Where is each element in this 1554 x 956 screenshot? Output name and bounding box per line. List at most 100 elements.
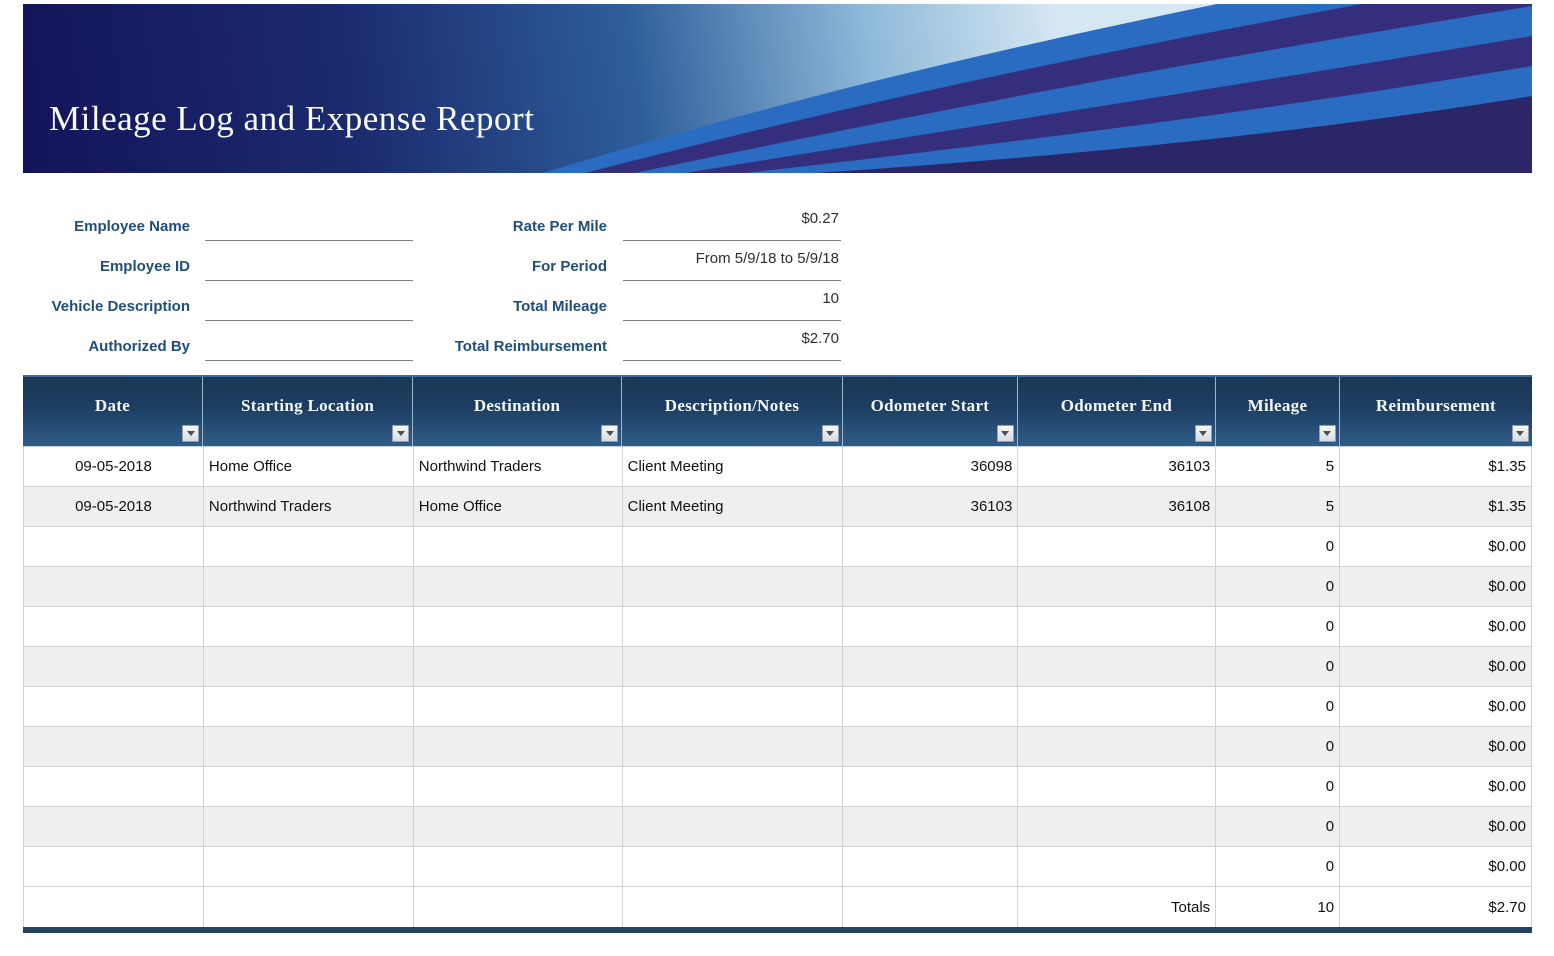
table-cell[interactable] [1018,647,1216,686]
column-header-destination[interactable]: Destination [413,377,622,446]
table-cell[interactable] [843,767,1018,806]
table-cell[interactable] [623,767,844,806]
table-cell[interactable]: 10 [1216,887,1340,927]
table-cell[interactable] [623,567,844,606]
table-cell[interactable] [623,647,844,686]
table-cell[interactable]: $0.00 [1340,607,1532,646]
filter-button-odometer-start[interactable] [997,425,1014,442]
table-cell[interactable] [204,847,414,886]
table-cell[interactable]: 36108 [1018,487,1216,526]
table-cell[interactable]: 0 [1216,527,1340,566]
table-cell[interactable] [24,807,204,846]
table-cell[interactable]: $2.70 [1340,887,1532,927]
table-cell[interactable]: $0.00 [1340,567,1532,606]
table-cell[interactable] [843,727,1018,766]
table-cell[interactable] [623,807,844,846]
vehicle-description-field[interactable] [205,281,413,321]
employee-id-field[interactable] [205,241,413,281]
table-cell[interactable] [414,687,623,726]
table-cell[interactable]: 0 [1216,567,1340,606]
table-cell[interactable] [1018,527,1216,566]
table-cell[interactable] [204,727,414,766]
table-cell[interactable] [24,567,204,606]
table-cell[interactable]: $1.35 [1340,487,1532,526]
table-cell[interactable]: 36103 [843,487,1018,526]
table-cell[interactable]: $0.00 [1340,847,1532,886]
table-cell[interactable]: 09-05-2018 [24,447,204,486]
filter-button-destination[interactable] [601,425,618,442]
table-cell[interactable]: 09-05-2018 [24,487,204,526]
table-cell[interactable] [843,607,1018,646]
table-cell[interactable] [204,887,414,927]
filter-button-odometer-end[interactable] [1195,425,1212,442]
filter-button-reimbursement[interactable] [1512,425,1529,442]
table-cell[interactable]: 0 [1216,847,1340,886]
filter-button-starting-location[interactable] [392,425,409,442]
table-cell[interactable] [414,887,623,927]
table-cell[interactable]: 0 [1216,807,1340,846]
table-cell[interactable]: Home Office [204,447,414,486]
table-cell[interactable] [414,807,623,846]
table-cell[interactable]: Home Office [414,487,623,526]
table-cell[interactable]: $1.35 [1340,447,1532,486]
filter-button-description-notes[interactable] [822,425,839,442]
table-cell[interactable]: 0 [1216,687,1340,726]
table-cell[interactable] [24,607,204,646]
table-cell[interactable] [204,687,414,726]
table-cell[interactable] [414,727,623,766]
for-period-field[interactable]: From 5/9/18 to 5/9/18 [623,241,841,281]
totals-label-cell[interactable]: Totals [1018,887,1216,927]
table-cell[interactable] [24,527,204,566]
table-cell[interactable] [414,527,623,566]
table-cell[interactable] [1018,687,1216,726]
authorized-by-field[interactable] [205,321,413,361]
table-cell[interactable] [623,607,844,646]
table-cell[interactable]: 0 [1216,607,1340,646]
table-cell[interactable] [24,647,204,686]
filter-button-mileage[interactable] [1319,425,1336,442]
table-cell[interactable] [843,687,1018,726]
table-cell[interactable] [1018,727,1216,766]
table-cell[interactable]: $0.00 [1340,647,1532,686]
employee-name-field[interactable] [205,201,413,241]
table-cell[interactable] [1018,847,1216,886]
column-header-odometer-start[interactable]: Odometer Start [843,377,1018,446]
table-cell[interactable] [204,807,414,846]
table-cell[interactable] [1018,607,1216,646]
table-cell[interactable]: 36103 [1018,447,1216,486]
table-cell[interactable] [414,647,623,686]
table-cell[interactable]: Northwind Traders [414,447,623,486]
table-cell[interactable] [414,567,623,606]
table-cell[interactable] [24,727,204,766]
table-cell[interactable] [623,527,844,566]
table-cell[interactable]: 36098 [843,447,1018,486]
table-cell[interactable]: 0 [1216,647,1340,686]
column-header-description-notes[interactable]: Description/Notes [622,377,843,446]
table-cell[interactable]: Northwind Traders [204,487,414,526]
table-cell[interactable] [623,687,844,726]
column-header-reimbursement[interactable]: Reimbursement [1340,377,1532,446]
table-cell[interactable] [24,767,204,806]
table-cell[interactable] [204,567,414,606]
table-cell[interactable] [24,887,204,927]
table-cell[interactable] [204,527,414,566]
table-cell[interactable]: 0 [1216,767,1340,806]
table-cell[interactable] [843,647,1018,686]
table-cell[interactable] [414,767,623,806]
table-cell[interactable] [24,847,204,886]
table-cell[interactable] [843,567,1018,606]
table-cell[interactable] [843,807,1018,846]
table-cell[interactable]: $0.00 [1340,767,1532,806]
table-cell[interactable]: $0.00 [1340,807,1532,846]
table-cell[interactable]: $0.00 [1340,727,1532,766]
table-cell[interactable]: $0.00 [1340,687,1532,726]
total-mileage-field[interactable]: 10 [623,281,841,321]
column-header-date[interactable]: Date [23,377,203,446]
table-cell[interactable]: 5 [1216,487,1340,526]
table-cell[interactable] [1018,767,1216,806]
table-cell[interactable] [623,847,844,886]
column-header-starting-location[interactable]: Starting Location [203,377,413,446]
table-cell[interactable] [204,607,414,646]
table-cell[interactable] [623,887,844,927]
table-cell[interactable]: $0.00 [1340,527,1532,566]
